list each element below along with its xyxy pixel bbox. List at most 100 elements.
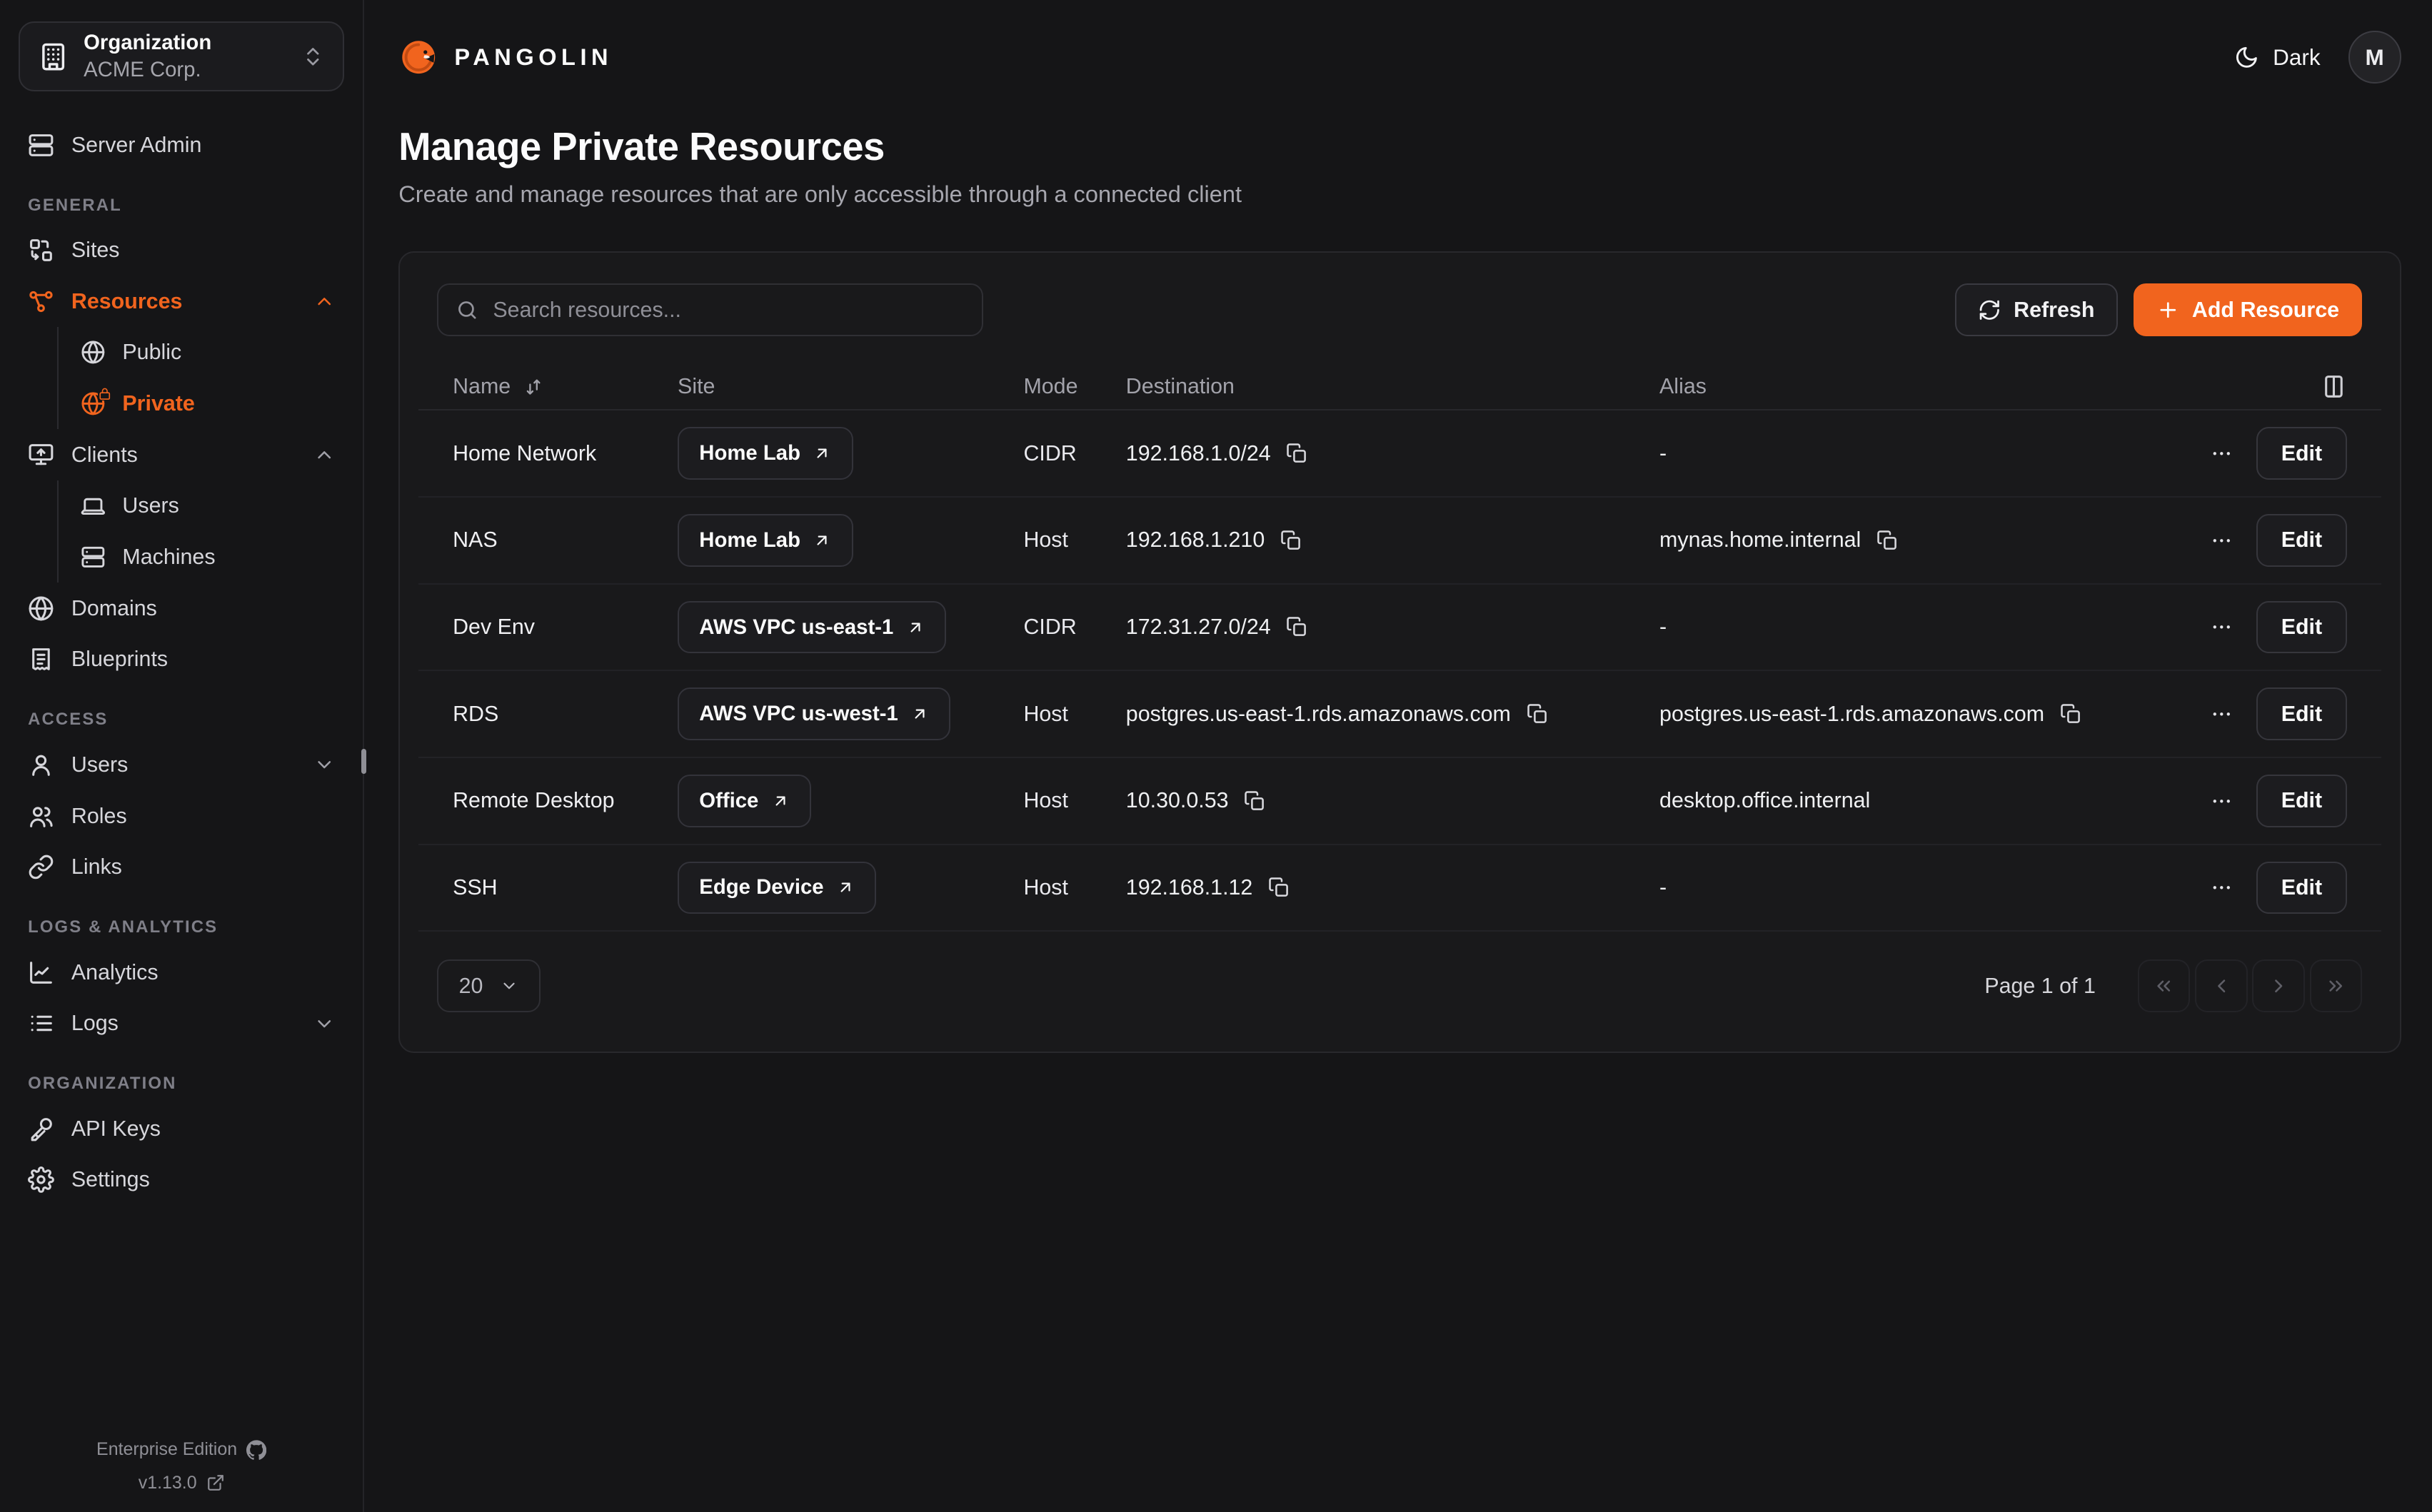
edition-link[interactable]: Enterprise Edition [96, 1439, 266, 1460]
column-header-alias: Alias [1659, 374, 2191, 399]
column-toggle-button[interactable] [2192, 373, 2347, 400]
page-title: Manage Private Resources [398, 124, 2401, 169]
edit-button[interactable]: Edit [2256, 775, 2347, 827]
table-row: Dev Env AWS VPC us-east-1 CIDR 172.31.27… [418, 585, 2381, 672]
user-icon [28, 752, 54, 778]
copy-button[interactable] [2060, 703, 2081, 725]
sidebar-item-server-admin[interactable]: Server Admin [19, 119, 344, 171]
table-row: SSH Edge Device Host 192.168.1.12 - Edit [418, 845, 2381, 932]
edit-button[interactable]: Edit [2256, 514, 2347, 567]
row-menu-button[interactable] [2210, 702, 2233, 726]
row-menu-button[interactable] [2210, 529, 2233, 553]
table-toolbar: Refresh Add Resource [400, 283, 2399, 336]
site-link[interactable]: Home Lab [678, 427, 853, 480]
edit-button[interactable]: Edit [2256, 427, 2347, 480]
site-link[interactable]: Office [678, 775, 811, 827]
ellipsis-icon [2210, 442, 2233, 465]
table-row: Remote Desktop Office Host 10.30.0.53 de… [418, 758, 2381, 845]
add-resource-button[interactable]: Add Resource [2134, 283, 2363, 336]
org-selector[interactable]: Organization ACME Corp. [19, 21, 344, 91]
building-icon [39, 42, 68, 71]
site-link[interactable]: Edge Device [678, 862, 876, 914]
copy-icon [1527, 703, 1548, 725]
copy-button[interactable] [1286, 443, 1307, 464]
copy-icon [1286, 443, 1307, 464]
org-selector-value: ACME Corp. [84, 56, 286, 84]
edit-button[interactable]: Edit [2256, 862, 2347, 914]
page-size-select[interactable]: 20 [437, 959, 540, 1012]
refresh-button[interactable]: Refresh [1955, 283, 2118, 336]
sidebar-item-analytics[interactable]: Analytics [19, 947, 344, 998]
arrow-up-right-icon [836, 878, 855, 897]
sidebar-item-machines[interactable]: Machines [59, 532, 344, 583]
edit-button[interactable]: Edit [2256, 687, 2347, 740]
prev-page-button[interactable] [2195, 959, 2248, 1012]
sidebar-item-logs[interactable]: Logs [19, 998, 344, 1049]
copy-icon [1280, 530, 1302, 551]
copy-icon [1268, 877, 1290, 898]
theme-toggle[interactable]: Dark [2234, 44, 2321, 71]
chevron-up-icon [313, 444, 335, 465]
copy-button[interactable] [1876, 530, 1898, 551]
search-input[interactable] [493, 298, 965, 323]
search-box[interactable] [437, 283, 983, 336]
copy-icon [1876, 530, 1898, 551]
brand-name: PANGOLIN [454, 44, 613, 71]
sidebar-footer: Enterprise Edition v1.13.0 [0, 1439, 363, 1493]
arrow-up-right-icon [910, 705, 929, 723]
sidebar-resize-handle[interactable] [361, 749, 366, 774]
page-status: Page 1 of 1 [1984, 974, 2096, 999]
sidebar-item-blueprints[interactable]: Blueprints [19, 634, 344, 685]
avatar[interactable]: M [2348, 31, 2401, 84]
row-menu-button[interactable] [2210, 790, 2233, 813]
gear-icon [28, 1166, 54, 1193]
row-menu-button[interactable] [2210, 876, 2233, 899]
site-link[interactable]: Home Lab [678, 514, 853, 567]
app-window: Organization ACME Corp. Server Admin GEN… [0, 0, 2432, 1512]
sidebar-item-domains[interactable]: Domains [19, 583, 344, 634]
sidebar-item-public[interactable]: Public [59, 327, 344, 378]
sidebar-item-client-users[interactable]: Users [59, 480, 344, 532]
first-page-button[interactable] [2138, 959, 2191, 1012]
sidebar-item-users[interactable]: Users [19, 740, 344, 791]
section-label-access: ACCESS [28, 710, 335, 730]
monitor-up-icon [28, 442, 54, 468]
row-menu-button[interactable] [2210, 615, 2233, 639]
sidebar-item-api-keys[interactable]: API Keys [19, 1103, 344, 1154]
section-label-logs-analytics: LOGS & ANALYTICS [28, 917, 335, 937]
brand-logo[interactable]: PANGOLIN [398, 37, 613, 77]
sidebar-item-links[interactable]: Links [19, 842, 344, 893]
globe-lock-icon [81, 391, 106, 416]
copy-button[interactable] [1244, 790, 1265, 812]
section-label-general: GENERAL [28, 196, 335, 216]
chevrons-left-icon [2153, 975, 2174, 997]
copy-button[interactable] [1280, 530, 1302, 551]
row-menu-button[interactable] [2210, 442, 2233, 465]
site-link[interactable]: AWS VPC us-west-1 [678, 687, 950, 740]
sidebar-item-settings[interactable]: Settings [19, 1154, 344, 1206]
sidebar-item-sites[interactable]: Sites [19, 225, 344, 276]
laptop-icon [81, 494, 106, 519]
last-page-button[interactable] [2310, 959, 2363, 1012]
site-link[interactable]: AWS VPC us-east-1 [678, 601, 946, 654]
next-page-button[interactable] [2252, 959, 2305, 1012]
chevrons-up-down-icon [301, 45, 325, 69]
table-row: Home Network Home Lab CIDR 192.168.1.0/2… [418, 410, 2381, 498]
ellipsis-icon [2210, 702, 2233, 726]
sidebar-item-resources[interactable]: Resources [19, 276, 344, 327]
column-header-name[interactable]: Name [453, 374, 678, 399]
table-header: Name Site Mode Destination Alias [418, 364, 2381, 410]
sidebar-item-clients[interactable]: Clients [19, 429, 344, 480]
sidebar-item-roles[interactable]: Roles [19, 790, 344, 842]
key-icon [28, 1116, 54, 1142]
copy-button[interactable] [1286, 616, 1307, 637]
column-header-destination: Destination [1126, 374, 1659, 399]
copy-button[interactable] [1527, 703, 1548, 725]
copy-icon [1286, 616, 1307, 637]
version-link[interactable]: v1.13.0 [139, 1473, 225, 1493]
ellipsis-icon [2210, 615, 2233, 639]
copy-icon [1244, 790, 1265, 812]
copy-button[interactable] [1268, 877, 1290, 898]
sidebar-item-private[interactable]: Private [59, 378, 344, 430]
edit-button[interactable]: Edit [2256, 601, 2347, 654]
